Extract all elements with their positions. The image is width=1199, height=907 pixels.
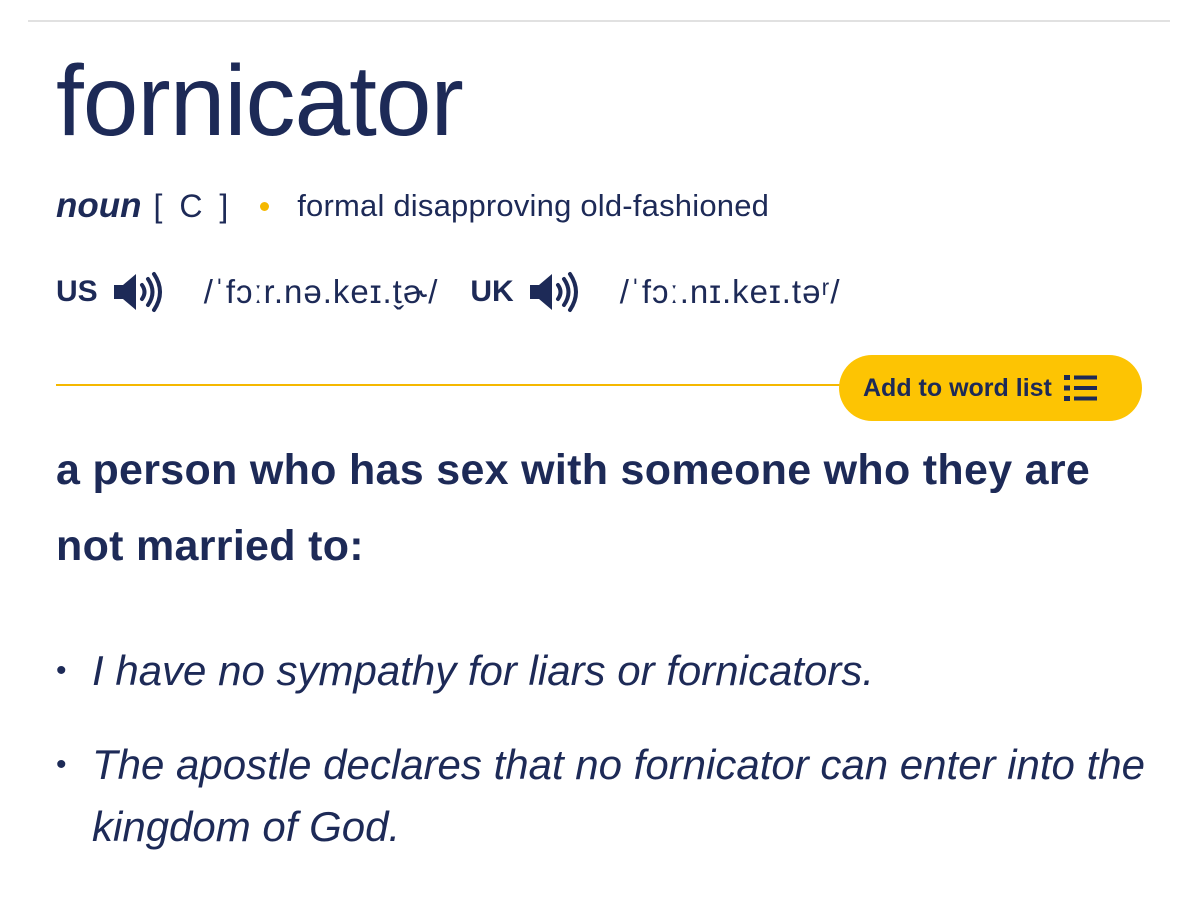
ipa-uk: /ˈfɔː.nɪ.keɪ.təʳ/ (619, 273, 841, 310)
speaker-icon[interactable] (110, 269, 166, 315)
example-list: • I have no sympathy for liars or fornic… (56, 640, 1156, 890)
region-label-us: US (56, 275, 98, 308)
pronunciation-line: US /ˈfɔːr.nə.keɪ.t̬ɚ/ UK /ˈfɔː.nɪ.keɪ.tə… (56, 266, 841, 318)
example-text: The apostle declares that no fornicator … (92, 741, 1145, 850)
part-of-speech: noun (56, 186, 142, 225)
add-to-word-list-label: Add to word list (863, 373, 1052, 402)
example-text: I have no sympathy for liars or fornicat… (92, 647, 874, 694)
bullet: • (56, 654, 67, 687)
bullet: • (56, 748, 67, 781)
grammar-code: [ C ] (153, 187, 233, 224)
headword: fornicator (56, 45, 464, 157)
add-to-word-list-button[interactable]: Add to word list (839, 355, 1142, 421)
speaker-icon[interactable] (526, 269, 582, 315)
region-label-uk: UK (470, 275, 514, 308)
list-icon (1063, 373, 1098, 403)
separator-dot (260, 201, 270, 211)
ipa-us: /ˈfɔːr.nə.keɪ.t̬ɚ/ (203, 273, 439, 310)
pronunciation-us: US /ˈfɔːr.nə.keɪ.t̬ɚ/ (56, 269, 438, 315)
usage-labels: formal disapproving old-fashioned (297, 188, 770, 223)
example-sentence: • I have no sympathy for liars or fornic… (56, 640, 1156, 702)
pronunciation-uk: UK /ˈfɔː.nɪ.keɪ.təʳ/ (470, 269, 840, 315)
definition-text: a person who has sex with someone who th… (56, 446, 1091, 570)
top-divider (28, 20, 1170, 22)
example-sentence: • The apostle declares that no fornicato… (56, 734, 1156, 858)
section-divider (56, 384, 856, 386)
grammar-line: noun [ C ] formal disapproving old-fashi… (56, 186, 769, 226)
